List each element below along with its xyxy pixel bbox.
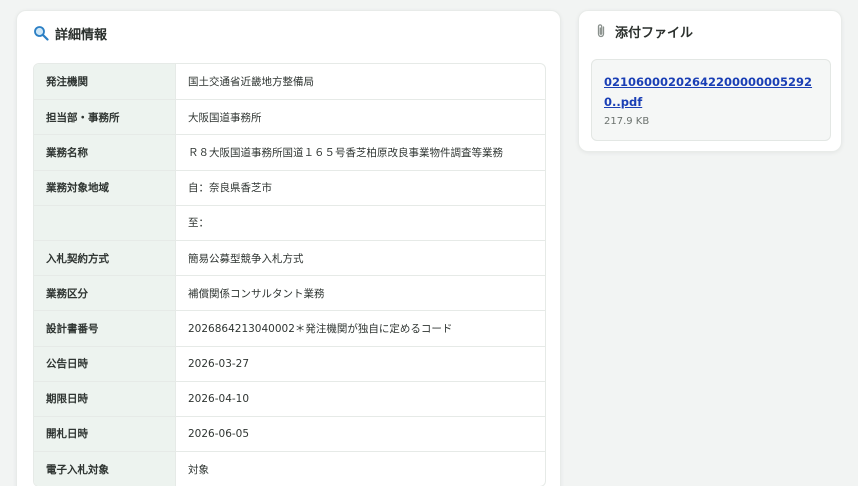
attachment-header: 添付ファイル [579,11,841,51]
file-download-link[interactable]: 021060002026422000000052920..pdf [604,72,818,112]
row-value: 簡易公募型競争入札方式 [188,252,304,265]
row-value: 国土交通省近畿地方整備局 [188,76,314,89]
attachment-card: 添付ファイル 021060002026422000000052920..pdf … [578,10,842,152]
row-value: 2026-03-27 [188,357,250,370]
row-value: 2026864213040002＊発注機関が独自に定めるコード [188,322,453,335]
row-label: 公告日時 [34,346,176,381]
table-row: 業務対象地域 自：奈良県香芝市 [34,169,545,205]
row-label: 開札日時 [34,416,176,452]
table-row: 至： [34,204,545,240]
table-row: 設計書番号 2026864213040002＊発注機関が独自に定めるコード [34,310,545,346]
row-label: 業務名称 [34,135,176,170]
row-value: Ｒ８大阪国道事務所国道１６５号香芝柏原改良事業物件調査等業務 [188,146,503,159]
row-label [34,205,176,240]
table-row: 開札日時 2026-06-05 [34,415,545,452]
row-label: 発注機関 [34,64,176,100]
file-size: 217.9 KB [604,116,650,127]
detail-card: 詳細情報 発注機関 国土交通省近畿地方整備局 担当部・事務所 大阪国道事務所 業… [16,10,561,486]
table-row: 期限日時 2026-04-10 [34,380,545,416]
row-label: 期限日時 [34,381,176,416]
detail-header: 詳細情報 [17,11,560,55]
row-value: 2026-06-05 [188,427,250,440]
page: 詳細情報 発注機関 国土交通省近畿地方整備局 担当部・事務所 大阪国道事務所 業… [0,0,858,486]
row-value: 補償関係コンサルタント業務 [188,287,325,300]
detail-table: 発注機関 国土交通省近畿地方整備局 担当部・事務所 大阪国道事務所 業務名称 Ｒ… [33,63,546,486]
table-row: 業務区分 補償関係コンサルタント業務 [34,275,545,311]
row-label: 電子入札対象 [34,452,176,486]
table-row: 業務名称 Ｒ８大阪国道事務所国道１６５号香芝柏原改良事業物件調査等業務 [34,134,545,170]
row-label: 業務対象地域 [34,170,176,205]
table-row: 発注機関 国土交通省近畿地方整備局 [34,64,545,100]
row-label: 業務区分 [34,276,176,311]
row-label: 入札契約方式 [34,240,176,276]
table-row: 担当部・事務所 大阪国道事務所 [34,99,545,135]
table-row: 入札契約方式 簡易公募型競争入札方式 [34,239,545,276]
search-icon [33,25,49,41]
row-value: 対象 [188,463,209,476]
row-value: 2026-04-10 [188,392,250,405]
table-row: 公告日時 2026-03-27 [34,345,545,381]
row-label: 担当部・事務所 [34,100,176,135]
file-item: 021060002026422000000052920..pdf 217.9 K… [591,59,831,141]
row-value: 大阪国道事務所 [188,111,262,124]
table-row: 電子入札対象 対象 [34,451,545,486]
row-value: 至： [188,217,209,230]
row-label: 設計書番号 [34,311,176,346]
detail-title: 詳細情報 [55,27,108,43]
paperclip-icon [593,23,609,39]
attachment-title: 添付ファイル [615,25,694,41]
row-value: 自：奈良県香芝市 [188,182,272,195]
